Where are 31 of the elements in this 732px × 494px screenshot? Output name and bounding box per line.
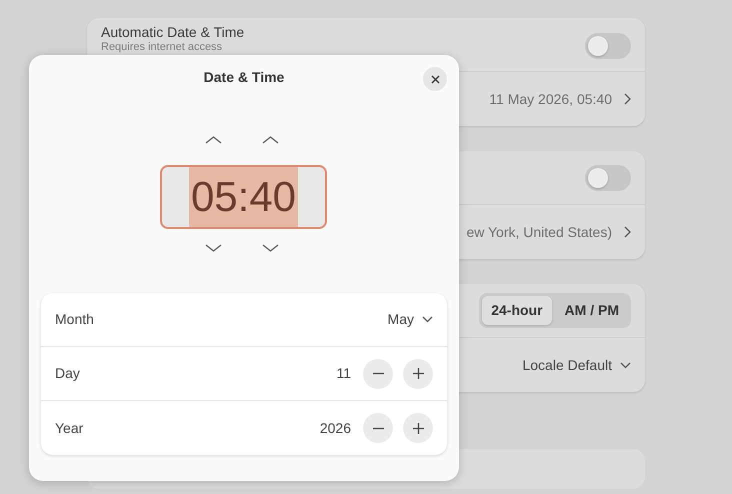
increment-button[interactable] (403, 413, 433, 443)
plus-icon (412, 422, 424, 434)
chevron-down-icon (262, 243, 279, 253)
chevron-right-icon (624, 93, 631, 105)
toggle-switch[interactable] (585, 33, 631, 59)
chevron-up-icon (205, 135, 222, 145)
setting-subtitle: Requires internet access (101, 40, 224, 53)
chevron-up-icon (262, 135, 279, 145)
caret-icon (422, 316, 433, 323)
dropdown-button[interactable]: Locale Default (522, 354, 631, 376)
chevron-down-icon (205, 243, 222, 253)
toggle-switch[interactable] (585, 164, 631, 190)
close-icon (430, 74, 440, 84)
increment-button[interactable] (403, 358, 433, 388)
field-label: Month (55, 310, 94, 329)
field-value: 11 (336, 364, 351, 383)
setting-value: ew York, United States) (466, 222, 612, 242)
setting-title: Automatic Date & Time (101, 24, 244, 41)
field-value: 2026 (320, 418, 351, 438)
close-button[interactable] (423, 67, 447, 91)
setting-value: 11 May 2026, 05:40 (489, 90, 612, 109)
caret-icon (620, 362, 631, 368)
field-label: Day (55, 364, 80, 383)
plus-icon (412, 367, 424, 380)
segment-button[interactable]: 24-hour (482, 296, 552, 325)
chevron-right-icon (624, 226, 631, 238)
field-label: Year (55, 418, 84, 438)
dialog-title: Date & Time (204, 68, 284, 87)
time-field[interactable]: 05:40 (160, 165, 327, 229)
segment-button[interactable]: AM / PM (556, 296, 628, 325)
dropdown-button[interactable]: May (388, 309, 433, 330)
